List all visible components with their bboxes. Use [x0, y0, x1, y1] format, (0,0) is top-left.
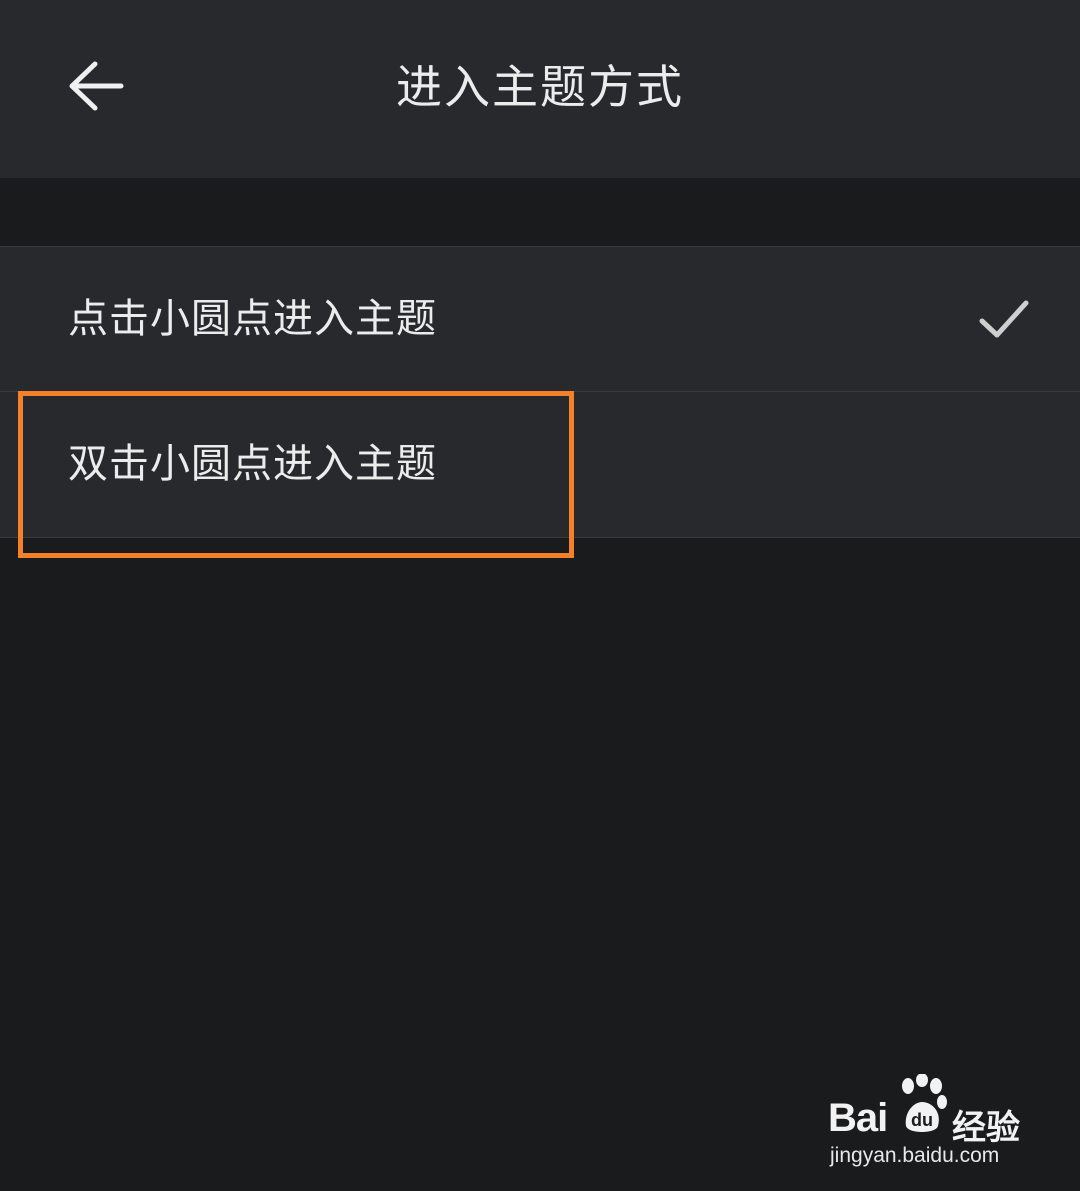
- app-bar: 进入主题方式: [0, 0, 1080, 178]
- baidu-paw-icon: du: [902, 1074, 947, 1132]
- section-gap: [0, 178, 1080, 246]
- option-single-tap[interactable]: 点击小圆点进入主题: [0, 246, 1080, 391]
- svg-text:du: du: [911, 1110, 933, 1130]
- option-label: 点击小圆点进入主题: [68, 296, 437, 342]
- watermark-url: jingyan.baidu.com: [830, 1144, 1000, 1167]
- page-title: 进入主题方式: [396, 60, 684, 114]
- watermark-brand: Bai: [828, 1096, 888, 1140]
- option-double-tap[interactable]: 双击小圆点进入主题: [0, 391, 1080, 538]
- option-label: 双击小圆点进入主题: [68, 441, 437, 487]
- option-list: 点击小圆点进入主题 双击小圆点进入主题: [0, 246, 1080, 538]
- watermark-brand-suffix: 经验: [952, 1108, 1020, 1148]
- baidu-jingyan-watermark: du Bai 经验 jingyan.baidu.com: [828, 1074, 1028, 1174]
- check-icon: [979, 300, 1029, 338]
